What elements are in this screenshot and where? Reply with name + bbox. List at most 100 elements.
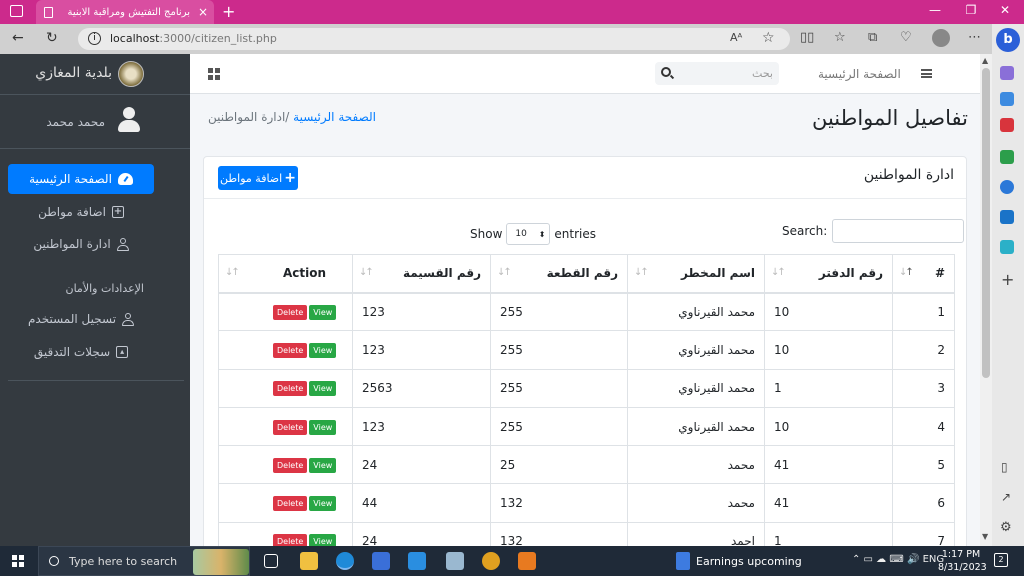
view-button[interactable]: View <box>309 496 337 512</box>
news-icon <box>676 552 690 570</box>
profile-avatar[interactable] <box>932 29 950 47</box>
favorites-icon[interactable]: ☆ <box>834 30 846 45</box>
breadcrumb-home-link[interactable]: الصفحة الرئيسية <box>293 110 376 124</box>
shopping-icon[interactable] <box>1000 92 1014 106</box>
table-search-input[interactable] <box>832 219 965 243</box>
search-icon <box>49 556 59 566</box>
col-header-plot-number[interactable]: رقم القطعة ↑↓ <box>490 254 628 294</box>
search-tool-icon[interactable] <box>1000 66 1014 80</box>
vscode-app-icon[interactable] <box>408 552 426 570</box>
back-icon[interactable]: ← <box>12 30 24 46</box>
favorite-star-icon[interactable]: ☆ <box>762 30 775 46</box>
microsoft365-icon[interactable] <box>1000 180 1014 194</box>
plus-square-icon: + <box>111 206 124 218</box>
system-tray[interactable]: ⌃ ▭ ☁ ⌨ 🔊 ENG <box>852 554 944 565</box>
delete-button[interactable]: Delete <box>273 534 308 546</box>
apps-grid-icon[interactable] <box>208 68 220 80</box>
share-icon[interactable]: ↗ <box>1001 490 1011 504</box>
taskbar-clock[interactable]: 1:17 PM 8/31/2023 <box>938 548 987 574</box>
tools-icon[interactable] <box>1000 118 1014 132</box>
view-button[interactable]: View <box>309 304 337 320</box>
sidebar-item-add-citizen[interactable]: + اضافة مواطن <box>8 197 154 227</box>
notifications-icon[interactable]: 2 <box>994 553 1008 567</box>
navbar-search-input[interactable]: بحث <box>655 62 779 85</box>
main-content: بحث الصفحة الرئيسية تفاصيل المواطنين الص… <box>190 54 980 546</box>
scroll-thumb[interactable] <box>982 68 990 378</box>
browser-tab[interactable]: برنامج التفتيش ومراقبة الابنية × <box>36 0 214 24</box>
view-button[interactable]: View <box>309 381 337 397</box>
delete-button[interactable]: Delete <box>273 496 308 512</box>
tab-close-icon[interactable]: × <box>196 5 210 19</box>
scroll-up-icon[interactable]: ▲ <box>982 56 988 65</box>
sidebar-item-label: اضافة مواطن <box>38 205 106 219</box>
user-panel[interactable]: محمد محمد <box>0 95 190 149</box>
view-button[interactable]: View <box>309 419 337 435</box>
sidebar-item-register-user[interactable]: تسجيل المستخدم <box>8 304 154 334</box>
browser-essentials-icon[interactable]: ♡ <box>900 30 912 45</box>
table-row: 2 10 محمد القيرناوي 255 123 Delete View <box>218 330 955 370</box>
outlook-icon[interactable] <box>1000 210 1014 224</box>
weather-widget[interactable]: Earnings upcoming <box>676 552 802 570</box>
bing-icon[interactable]: b <box>996 28 1020 52</box>
cell-book-number: 10 <box>764 291 893 332</box>
restore-icon[interactable]: ❐ <box>956 3 986 17</box>
close-window-icon[interactable]: ✕ <box>990 3 1020 17</box>
sidebar-item-manage-citizens[interactable]: ادارة المواطنين <box>8 229 154 259</box>
split-screen-icon[interactable]: ▯▯ <box>800 30 814 45</box>
delete-button[interactable]: Delete <box>273 342 308 358</box>
table-header-row: # ↑↓ رقم الدفتر ↑↓ اسم المخطر ↑↓ رقم القطعة… <box>218 254 955 294</box>
page-scrollbar[interactable]: ▲ ▼ <box>980 54 992 546</box>
collections-icon[interactable]: ⧉ <box>868 30 877 45</box>
file-explorer-icon[interactable] <box>300 552 318 570</box>
entries-label: entries <box>554 227 596 241</box>
view-button[interactable]: View <box>309 342 337 358</box>
delete-button[interactable]: Delete <box>273 457 308 473</box>
cell-parcel-number: 123 <box>352 291 491 332</box>
edge-sidebar: b + ▯ ↗ ⚙ <box>992 24 1024 546</box>
store-app-icon[interactable] <box>372 552 390 570</box>
xampp-app-icon[interactable] <box>518 552 536 570</box>
minimize-icon[interactable]: — <box>920 3 950 17</box>
view-button[interactable]: View <box>309 534 337 546</box>
brand[interactable]: بلدية المغازي <box>0 54 190 95</box>
drop-icon[interactable] <box>1000 240 1014 254</box>
sidebar-layout-icon[interactable]: ▯ <box>1001 460 1008 474</box>
col-header-action[interactable]: Action ↑↓ <box>218 254 353 294</box>
add-citizen-button[interactable]: اضافة مواطن + <box>218 166 298 190</box>
entries-select[interactable]: 10 ⬍ <box>506 223 551 245</box>
read-aloud-icon[interactable]: Aᴬ <box>730 31 742 44</box>
tab-actions-icon[interactable] <box>10 5 23 17</box>
col-header-notifier-name[interactable]: اسم المخطر ↑↓ <box>627 254 765 294</box>
task-view-icon[interactable] <box>264 554 278 568</box>
tab-title: برنامج التفتيش ومراقبة الابنية <box>67 6 190 18</box>
sidebar-item-audit-logs[interactable]: ▴ سجلات التدقيق <box>8 337 154 367</box>
delete-button[interactable]: Delete <box>273 304 308 320</box>
chrome-app-icon[interactable] <box>482 552 500 570</box>
navbar-home-link[interactable]: الصفحة الرئيسية <box>818 67 901 81</box>
cell-actions: Delete View <box>218 445 353 485</box>
add-tool-icon[interactable]: + <box>1001 270 1014 289</box>
view-button[interactable]: View <box>309 457 337 473</box>
new-tab-button[interactable]: + <box>222 2 235 21</box>
settings-gear-icon[interactable]: ⚙ <box>1000 520 1012 535</box>
delete-button[interactable]: Delete <box>273 419 308 435</box>
refresh-icon[interactable]: ↻ <box>46 30 58 46</box>
col-header-parcel-number[interactable]: رقم القسيمة ↑↓ <box>352 254 491 294</box>
games-icon[interactable] <box>1000 150 1014 164</box>
taskbar-search-input[interactable]: Type here to search <box>38 546 250 576</box>
col-header-index[interactable]: # ↑↓ <box>892 254 955 294</box>
edge-app-icon[interactable] <box>336 552 354 570</box>
scroll-down-icon[interactable]: ▼ <box>982 532 988 541</box>
more-menu-icon[interactable]: ⋯ <box>968 30 981 45</box>
delete-button[interactable]: Delete <box>273 381 308 397</box>
col-header-book-number[interactable]: رقم الدفتر ↑↓ <box>764 254 893 294</box>
search-icon[interactable] <box>661 67 671 77</box>
entries-length-control: Show 10 ⬍ entries <box>470 223 596 245</box>
windows-start-icon[interactable] <box>12 555 24 567</box>
hamburger-menu-icon[interactable] <box>921 69 932 78</box>
url-field[interactable]: i localhost:3000/citizen_list.php Aᴬ ☆ <box>78 28 790 50</box>
notepad-app-icon[interactable] <box>446 552 464 570</box>
sidebar-item-home[interactable]: الصفحة الرئيسية <box>8 164 154 194</box>
site-info-icon[interactable]: i <box>88 32 101 45</box>
plus-icon: + <box>284 170 296 186</box>
